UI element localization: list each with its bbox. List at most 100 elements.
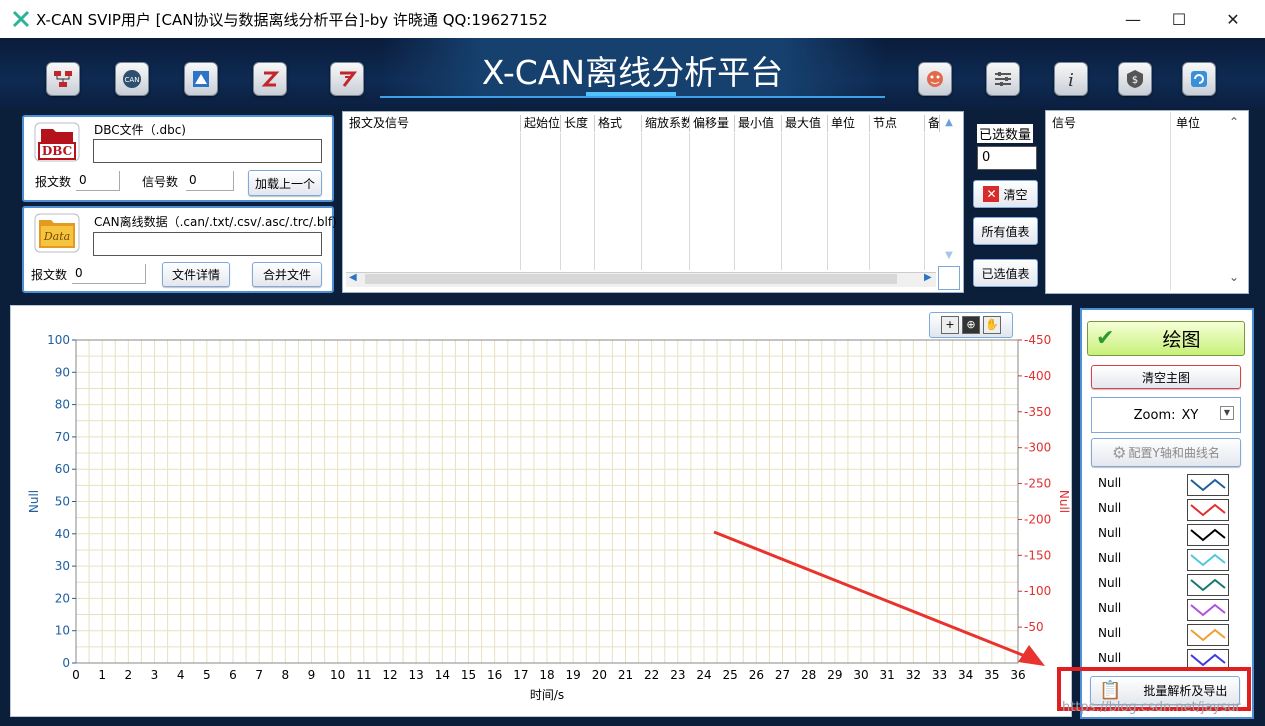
- table-col-header[interactable]: 单位: [828, 115, 870, 132]
- y-tick-label: 80: [55, 398, 70, 412]
- y-tick-label: 40: [55, 527, 70, 541]
- zoom-select[interactable]: Zoom: XY: [1091, 397, 1241, 433]
- legend-name: Null: [1098, 601, 1122, 615]
- table-col-header[interactable]: 最小值: [735, 115, 782, 132]
- zip-tool-icon: [261, 71, 280, 87]
- refresh-icon: [1191, 71, 1207, 87]
- x-tick-label: 21: [618, 668, 633, 682]
- selected-values-button[interactable]: 已选值表: [973, 259, 1038, 287]
- legend-swatch[interactable]: [1187, 574, 1229, 596]
- scrollbar-thumb[interactable]: [365, 274, 897, 284]
- zoom-value: XY: [1181, 407, 1199, 423]
- table-col-line: [560, 133, 561, 270]
- x-tick-label: 12: [382, 668, 397, 682]
- x-tick-label: 4: [177, 668, 185, 682]
- zoom-dropdown-icon[interactable]: ▼: [1220, 406, 1234, 420]
- x-tick-label: 17: [513, 668, 528, 682]
- donate-tool-button[interactable]: $: [1118, 62, 1152, 96]
- dbc-sig-count-field: 0: [186, 171, 234, 191]
- x-tick-label: 5: [203, 668, 211, 682]
- x-tick-label: 0: [72, 668, 80, 682]
- y2-tick-label: -350: [1024, 405, 1051, 419]
- legend-swatch[interactable]: [1187, 549, 1229, 571]
- selected-signal-list[interactable]: [1045, 110, 1249, 294]
- legend-swatch[interactable]: [1187, 524, 1229, 546]
- legend-swatch[interactable]: [1187, 474, 1229, 496]
- dbc-file-icon[interactable]: DBC: [33, 121, 81, 163]
- close-button[interactable]: ✕: [1210, 0, 1256, 38]
- flash-tool-button[interactable]: [330, 62, 364, 96]
- x-tick-label: 1: [98, 668, 106, 682]
- table-col-header[interactable]: 长度: [561, 115, 595, 132]
- info-icon: i: [1068, 70, 1074, 90]
- table-col-header[interactable]: 备: [925, 115, 940, 132]
- legend-swatch[interactable]: [1187, 624, 1229, 646]
- x-tick-label: 2: [125, 668, 133, 682]
- load-previous-button[interactable]: 加载上一个: [248, 170, 322, 196]
- map-tool-button[interactable]: [184, 62, 218, 96]
- x-tick-label: 11: [356, 668, 371, 682]
- signal-table[interactable]: [342, 111, 964, 293]
- scroll-left-icon[interactable]: ◀: [349, 272, 357, 283]
- can-tool-icon: CAN: [123, 70, 141, 88]
- refresh-tool-button[interactable]: [1182, 62, 1216, 96]
- table-col-header[interactable]: 报文及信号: [346, 115, 521, 132]
- data-msg-count-label: 报文数: [31, 268, 68, 282]
- x-tick-label: 23: [670, 668, 685, 682]
- y2-axis-label: Null: [1057, 490, 1070, 513]
- table-corner-box: [938, 266, 960, 290]
- table-col-line: [689, 133, 690, 270]
- zip-tool-button[interactable]: [253, 62, 287, 96]
- table-col-header[interactable]: 缩放系数: [642, 115, 690, 132]
- maximize-button[interactable]: ☐: [1156, 0, 1202, 38]
- y2-tick-label: -300: [1024, 441, 1051, 455]
- scroll-right-icon[interactable]: ▶: [924, 272, 932, 283]
- can-tool-button[interactable]: CAN: [115, 62, 149, 96]
- table-scroll-down-icon[interactable]: ▼: [940, 250, 958, 264]
- table-col-header[interactable]: 偏移量: [690, 115, 735, 132]
- network-tool-button[interactable]: [46, 62, 80, 96]
- table-col-header[interactable]: 格式: [595, 115, 642, 132]
- dbc-file-label: DBC文件（.dbc): [94, 123, 186, 137]
- data-file-icon[interactable]: Data: [33, 212, 81, 254]
- data-icon-label: Data: [43, 230, 71, 243]
- merge-files-button[interactable]: 合并文件: [252, 262, 322, 287]
- clear-main-plot-button[interactable]: 清空主图: [1091, 365, 1241, 389]
- config-button-label: 配置Y轴和曲线名: [1128, 446, 1220, 460]
- table-col-header[interactable]: 起始位: [521, 115, 561, 132]
- config-y-axis-button[interactable]: ⚙ 配置Y轴和曲线名: [1091, 438, 1241, 467]
- clear-selection-button[interactable]: ✕ 清空: [973, 180, 1038, 208]
- face-tool-button[interactable]: [918, 62, 952, 96]
- table-col-header[interactable]: 最大值: [782, 115, 828, 132]
- x-tick-label: 9: [308, 668, 316, 682]
- annotation-arrow: [713, 530, 1045, 666]
- legend-name: Null: [1098, 626, 1122, 640]
- svg-text:$: $: [1132, 75, 1138, 86]
- table-col-line: [594, 133, 595, 270]
- y-tick-label: 100: [47, 333, 70, 347]
- x-tick-label: 22: [644, 668, 659, 682]
- data-file-path-input[interactable]: [93, 232, 322, 256]
- list-scroll-up-icon[interactable]: ⌃: [1229, 115, 1239, 129]
- svg-text:CAN: CAN: [125, 76, 140, 84]
- y-tick-label: 90: [55, 365, 70, 379]
- file-details-button[interactable]: 文件详情: [162, 262, 230, 287]
- watermark: https://blog.csdn.net/jaysur: [1062, 700, 1241, 715]
- settings-tool-button[interactable]: [986, 62, 1020, 96]
- minimize-button[interactable]: —: [1110, 0, 1156, 38]
- all-values-button[interactable]: 所有值表: [973, 217, 1038, 245]
- info-tool-button[interactable]: i: [1054, 62, 1088, 96]
- selected-list-divider: [1170, 112, 1171, 290]
- table-col-line: [734, 133, 735, 270]
- list-scroll-down-icon[interactable]: ⌄: [1229, 270, 1239, 284]
- dbc-file-path-input[interactable]: [93, 139, 322, 163]
- data-file-label: CAN离线数据（.can/.txt/.csv/.asc/.trc/.blf): [94, 215, 337, 229]
- table-scroll-up-icon[interactable]: ▲: [940, 117, 958, 135]
- legend-swatch[interactable]: [1187, 599, 1229, 621]
- plot-button[interactable]: ✔ 绘图: [1087, 321, 1245, 356]
- legend-swatch[interactable]: [1187, 499, 1229, 521]
- table-col-line: [781, 133, 782, 270]
- face-icon: [927, 71, 943, 87]
- table-col-header[interactable]: 节点: [870, 115, 925, 132]
- selected-count-label: 已选数量: [977, 124, 1034, 143]
